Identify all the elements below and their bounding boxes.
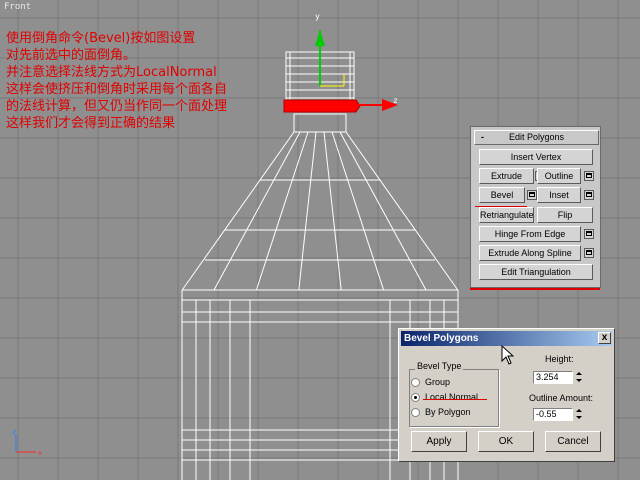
svg-text:z: z [12,428,16,436]
edit-polygons-rollout: - Edit Polygons Insert Vertex Extrude Ou… [470,126,601,288]
insert-vertex-button[interactable]: Insert Vertex [479,149,593,165]
shoulder-edge [323,131,342,291]
rollout-header[interactable]: - Edit Polygons [474,130,599,145]
radio-local-normal[interactable] [411,393,420,402]
dialog-title-bar[interactable]: Bevel Polygons x [401,331,612,346]
viewport-label[interactable]: Front [4,2,31,12]
radio-by-polygon[interactable] [411,408,420,417]
bevel-button[interactable]: Bevel [479,187,525,203]
spinner-down-icon[interactable] [575,414,583,420]
option-label: By Polygon [425,407,471,417]
outline-spinner[interactable] [575,408,583,421]
outline-button[interactable]: Outline [537,168,581,184]
annotation-line: 的法线计算，但又仍当作同一个面处理 [6,99,228,114]
inset-button[interactable]: Inset [537,187,581,203]
close-button[interactable]: x [598,332,611,344]
height-field[interactable]: 3.254 [533,371,573,384]
option-group[interactable]: Group [411,377,451,387]
hinge-from-edge-button[interactable]: Hinge From Edge [479,226,581,242]
outline-amount-label: Outline Amount: [529,393,594,403]
shoulder-edge [213,131,301,291]
radio-group[interactable] [411,378,420,387]
shoulder-edge [339,131,427,291]
option-label: Group [425,377,451,387]
height-spinner[interactable] [575,371,583,384]
local-normal-underline [423,399,487,400]
extrude-button[interactable]: Extrude [479,168,534,184]
annotation-line: 对先前选中的面倒角。 [6,48,137,63]
dialog-title: Bevel Polygons [404,333,479,344]
shoulder-edge [255,131,309,291]
gizmo-z-label: z [393,96,398,105]
shoulder-edge [345,131,459,291]
collapse-icon[interactable]: - [481,131,484,144]
outline-amount-field[interactable]: -0.55 [533,408,573,421]
retriangulate-button[interactable]: Retriangulate [479,207,534,223]
shoulder-edge [298,131,317,291]
option-label: Local Normal [425,392,479,402]
gizmo-y-arrow [315,30,325,46]
view-axis-tripod-icon: z x [12,428,42,457]
cancel-button[interactable]: Cancel [545,431,601,452]
outline-settings-icon[interactable] [584,171,594,181]
shoulder-edge [331,131,385,291]
bevel-type-label: Bevel Type [415,361,464,371]
inset-settings-icon[interactable] [584,190,594,200]
spinner-down-icon[interactable] [575,377,583,383]
panel-underline [470,288,600,290]
option-by-polygon[interactable]: By Polygon [411,407,471,417]
option-local-normal[interactable]: Local Normal [411,392,479,402]
tutorial-annotation: 使用倒角命令(Bevel)按如图设置 对先前选中的面倒角。 并注意选择法线方式为… [6,30,286,132]
ok-button[interactable]: OK [478,431,534,452]
edit-triangulation-button[interactable]: Edit Triangulation [479,264,593,280]
shoulder-edge [181,131,295,291]
flip-button[interactable]: Flip [537,207,593,223]
annotation-line: 这样我们才会得到正确的结果 [6,116,176,131]
apply-button[interactable]: Apply [411,431,467,452]
bevel-settings-icon[interactable] [527,190,537,200]
rollout-title: Edit Polygons [508,132,565,142]
annotation-line: 这样会使挤压和倒角时采用每个面各自 [6,82,228,97]
svg-text:x: x [38,449,42,457]
annotation-line: 使用倒角命令(Bevel)按如图设置 [6,31,196,46]
extrude-spline-settings-icon[interactable] [584,248,594,258]
extrude-along-spline-button[interactable]: Extrude Along Spline [479,245,581,261]
height-label: Height: [545,354,574,364]
hinge-settings-icon[interactable] [584,229,594,239]
annotation-line: 并注意选择法线方式为LocalNormal [6,65,217,80]
mouse-cursor-icon [501,345,514,365]
gizmo-y-label: y [315,12,320,21]
